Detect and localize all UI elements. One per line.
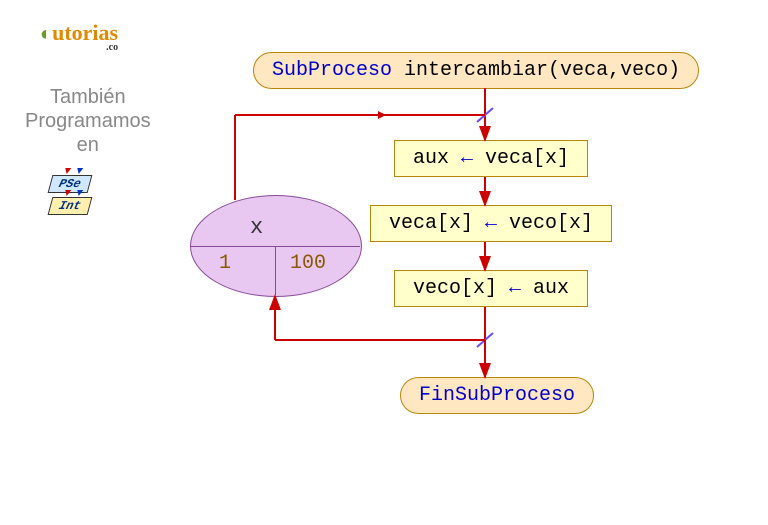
start-signature: intercambiar(veca,veco) xyxy=(392,59,680,82)
badge-int: Int xyxy=(48,197,92,215)
step3-lhs: veco[x] xyxy=(413,277,509,300)
sidebar-line3: en xyxy=(25,133,151,157)
sidebar-line2: Programamos xyxy=(25,109,151,133)
step2-op: ← xyxy=(485,212,497,235)
step2-lhs: veca[x] xyxy=(389,212,485,235)
process-step3: veco[x] ← aux xyxy=(394,270,588,307)
step3-op: ← xyxy=(509,277,521,300)
step1-lhs: aux xyxy=(413,147,461,170)
step3-rhs: aux xyxy=(521,277,569,300)
badges: PSe Int xyxy=(50,175,90,215)
step1-rhs: veca[x] xyxy=(473,147,569,170)
start-terminal: SubProceso intercambiar(veca,veco) xyxy=(253,52,699,89)
loop-variable: x xyxy=(250,215,263,240)
end-keyword: FinSubProceso xyxy=(419,384,575,407)
logo-icon: ◐ xyxy=(40,23,52,45)
loop-divider-v xyxy=(275,246,276,295)
step2-rhs: veco[x] xyxy=(497,212,593,235)
loop-to: 100 xyxy=(290,252,326,275)
sidebar-line1: También xyxy=(25,85,151,109)
sidebar-caption: También Programamos en xyxy=(25,85,151,157)
start-keyword: SubProceso xyxy=(272,59,392,82)
process-step2: veca[x] ← veco[x] xyxy=(370,205,612,242)
end-terminal: FinSubProceso xyxy=(400,377,594,414)
logo: ◐utorias .co xyxy=(40,20,118,53)
step1-op: ← xyxy=(461,147,473,170)
process-step1: aux ← veca[x] xyxy=(394,140,588,177)
loop-from: 1 xyxy=(219,252,231,275)
